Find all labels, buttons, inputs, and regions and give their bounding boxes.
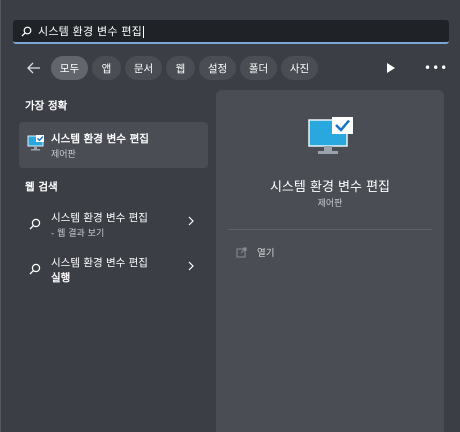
search-input[interactable]: 시스템 환경 변수 편집 — [13, 20, 449, 44]
filter-documents[interactable]: 문서 — [125, 56, 162, 80]
web-result-subtitle: 실행 — [51, 272, 71, 284]
search-icon — [21, 26, 32, 36]
web-result-item[interactable]: 시스템 환경 변수 편집 실행 — [19, 255, 208, 299]
web-result-subtitle: - 웹 결과 보기 — [51, 229, 105, 239]
open-label: 열기 — [257, 248, 275, 259]
filter-bar: 모두 앱 문서 웹 설정 폴더 사진 ••• — [1, 55, 460, 81]
best-match-title: 시스템 환경 변수 편집 — [51, 133, 149, 145]
chevron-right-icon[interactable] — [187, 216, 195, 226]
filter-apps[interactable]: 앱 — [92, 56, 121, 80]
search-icon — [29, 263, 41, 275]
system-properties-icon — [308, 117, 353, 154]
best-match-subtitle: 제어판 — [51, 150, 76, 160]
web-result-item[interactable]: 시스템 환경 변수 편집 - 웹 결과 보기 — [19, 210, 208, 254]
filter-web[interactable]: 웹 — [166, 56, 195, 80]
web-result-title: 시스템 환경 변수 편집 — [51, 212, 148, 224]
divider — [228, 229, 432, 230]
search-query: 시스템 환경 변수 편집 — [38, 25, 144, 38]
search-icon — [29, 218, 41, 230]
detail-panel: 시스템 환경 변수 편집 제어판 열기 — [216, 90, 444, 432]
filter-folders[interactable]: 폴더 — [240, 56, 277, 80]
filter-all[interactable]: 모두 — [51, 56, 88, 80]
open-icon — [236, 247, 247, 257]
system-properties-icon — [27, 135, 44, 151]
open-action[interactable]: 열기 — [236, 245, 274, 259]
play-icon[interactable] — [386, 62, 396, 74]
best-match-heading: 가장 정확 — [25, 100, 68, 112]
web-result-title: 시스템 환경 변수 편집 — [51, 257, 148, 269]
start-search-window: 시스템 환경 변수 편집 모두 앱 문서 웹 설정 폴더 사진 ••• 가장 정… — [0, 0, 460, 432]
filter-settings[interactable]: 설정 — [199, 56, 236, 80]
detail-subtitle: 제어판 — [317, 199, 343, 209]
filter-photos[interactable]: 사진 — [281, 56, 318, 80]
more-options-icon[interactable]: ••• — [424, 61, 448, 75]
web-search-heading: 웹 검색 — [25, 181, 58, 193]
detail-title: 시스템 환경 변수 편집 — [269, 180, 391, 195]
back-arrow-icon[interactable] — [25, 59, 43, 77]
chevron-right-icon[interactable] — [187, 261, 195, 271]
best-match-result[interactable]: 시스템 환경 변수 편집 제어판 — [19, 122, 208, 168]
